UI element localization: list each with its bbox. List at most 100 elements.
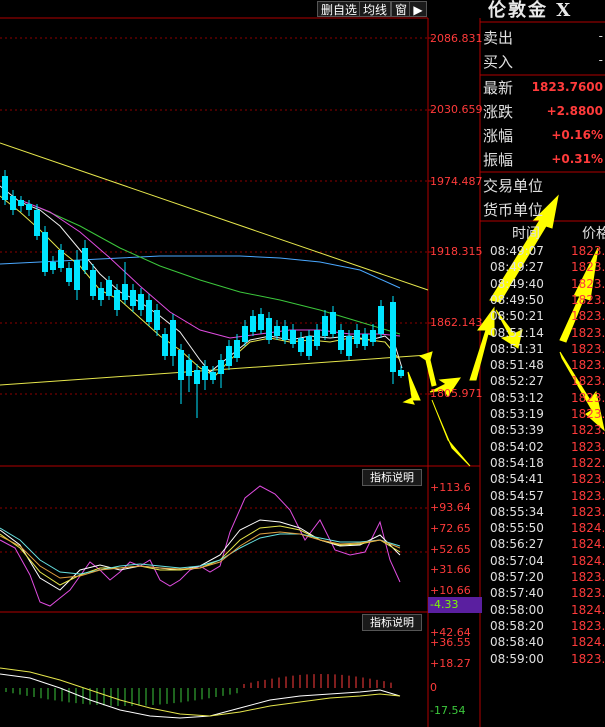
candle-body	[322, 316, 328, 336]
candle-body	[266, 318, 272, 340]
candle-body	[154, 310, 160, 330]
ind1-current-value: -4.33	[428, 597, 482, 613]
tick-price: 1823.6	[571, 325, 605, 340]
buy-label: 买入	[483, 53, 514, 71]
tick-row[interactable]: 08:58:00 1824.0	[487, 603, 605, 619]
moving-average-button[interactable]: 均线	[359, 1, 392, 17]
indicator-help-button[interactable]: 指标说明	[362, 469, 422, 486]
change-value: +2.8800	[546, 104, 603, 118]
tick-row[interactable]: 08:49:40 1823.7	[487, 277, 605, 293]
tick-price: 1823.5	[571, 341, 605, 356]
tick-time: 08:55:50	[490, 521, 544, 536]
indicator-help-button-2[interactable]: 指标说明	[362, 614, 422, 631]
tick-price: 1823.8	[571, 374, 605, 389]
tick-price: 1824.0	[571, 602, 605, 617]
tick-row[interactable]: 08:51:14 1823.6	[487, 326, 605, 342]
tick-time: 08:49:40	[490, 276, 544, 291]
tick-row[interactable]: 08:57:40 1823.8	[487, 586, 605, 602]
candle-body	[186, 360, 192, 376]
tick-price: 1822.8	[571, 455, 605, 470]
tick-price: 1824.2	[571, 537, 605, 552]
change-label: 涨跌	[483, 103, 514, 121]
tick-time: 08:57:40	[490, 586, 544, 601]
window-button[interactable]: 窗	[391, 1, 412, 17]
tick-row[interactable]: 08:54:02 1823.9	[487, 440, 605, 456]
tick-price: 1823.5	[571, 472, 605, 487]
candle-body	[26, 204, 32, 210]
tick-row[interactable]: 08:56:27 1824.2	[487, 537, 605, 553]
ind1-axis-label: +10.66	[430, 584, 471, 597]
tick-price: 1824.1	[571, 635, 605, 650]
tick-time: 08:52:27	[490, 374, 544, 389]
candle-body	[226, 346, 232, 366]
tick-row[interactable]: 08:55:50 1824.1	[487, 521, 605, 537]
tick-price: 1823.9	[571, 570, 605, 584]
tick-row[interactable]: 08:55:34 1823.9	[487, 505, 605, 521]
candle-body	[10, 196, 16, 210]
tick-time: 08:59:00	[490, 651, 544, 666]
candle-body	[370, 330, 376, 342]
candle-body	[138, 294, 144, 310]
tick-time: 08:51:14	[490, 325, 544, 340]
currency-unit-label: 货币单位	[483, 201, 544, 219]
tick-row[interactable]: 08:53:39 1823.7	[487, 423, 605, 439]
ind1-axis-label: +52.65	[430, 543, 471, 556]
candle-body	[242, 326, 248, 342]
tick-row[interactable]: 08:53:12 1823.8	[487, 391, 605, 407]
tick-row[interactable]: 08:50:21 1823.5	[487, 309, 605, 325]
candle-body	[398, 370, 404, 376]
candle-body	[234, 340, 240, 358]
latest-value: 1823.7600	[531, 80, 603, 94]
tick-row[interactable]: 08:54:41 1823.5	[487, 472, 605, 488]
tick-row[interactable]: 08:51:31 1823.5	[487, 342, 605, 358]
price-axis-label: 1974.487	[430, 175, 483, 188]
tick-time: 08:54:57	[490, 488, 544, 503]
remove-watchlist-button[interactable]: 删自选	[317, 1, 362, 17]
tick-row[interactable]: 08:57:04 1824.2	[487, 554, 605, 570]
candle-body	[2, 176, 8, 200]
candle-body	[82, 248, 88, 270]
candle-body	[98, 288, 104, 300]
price-axis-label: 1805.971	[430, 387, 483, 400]
tick-row[interactable]: 08:52:27 1823.8	[487, 374, 605, 390]
candle-body	[114, 290, 120, 310]
ind2-axis-label: -17.54	[430, 704, 466, 717]
tick-row[interactable]: 08:54:57 1823.9	[487, 489, 605, 505]
latest-label: 最新	[483, 79, 514, 97]
annotation-arrow	[402, 371, 421, 405]
tick-time: 08:53:12	[490, 390, 544, 405]
ind2-axis-label: 0	[430, 681, 437, 694]
candle-body	[354, 330, 360, 344]
tick-row[interactable]: 08:58:20 1823.9	[487, 619, 605, 635]
tick-time: 08:50:21	[490, 309, 544, 324]
tick-price: 1823.9	[571, 488, 605, 503]
tick-time: 08:53:19	[490, 407, 544, 421]
ind1-orange	[0, 531, 401, 579]
candle-body	[178, 350, 184, 380]
candle-body	[274, 326, 280, 336]
tick-row[interactable]: 08:59:00 1823.9	[487, 652, 605, 668]
tick-time: 08:58:40	[490, 635, 544, 650]
candle-body	[34, 210, 40, 236]
tick-price: 1823.7	[571, 244, 605, 258]
tick-time: 08:54:18	[490, 455, 544, 470]
tick-row[interactable]: 08:49:50 1823.7	[487, 293, 605, 309]
tick-row[interactable]: 08:49:27 1823.7	[487, 260, 605, 276]
tick-row[interactable]: 08:49:07 1823.7	[487, 244, 605, 260]
tick-row[interactable]: 08:53:19 1823.0	[487, 407, 605, 423]
tick-row[interactable]: 08:57:20 1823.9	[487, 570, 605, 586]
tick-time: 08:53:39	[490, 423, 544, 438]
candle-body	[58, 250, 64, 268]
candle-body	[378, 306, 384, 334]
tick-row[interactable]: 08:54:18 1822.8	[487, 456, 605, 472]
collapse-arrow-icon[interactable]: ▶	[409, 1, 427, 17]
tick-price: 1823.9	[571, 651, 605, 666]
sell-label: 卖出	[483, 29, 514, 47]
tick-row[interactable]: 08:51:48 1823.4	[487, 358, 605, 374]
price-axis-label: 1862.143	[430, 316, 483, 329]
candle-body	[330, 312, 336, 334]
candle-body	[306, 336, 312, 356]
candle-body	[258, 314, 264, 330]
tick-row[interactable]: 08:58:40 1824.1	[487, 635, 605, 651]
tick-price: 1823.9	[571, 439, 605, 454]
